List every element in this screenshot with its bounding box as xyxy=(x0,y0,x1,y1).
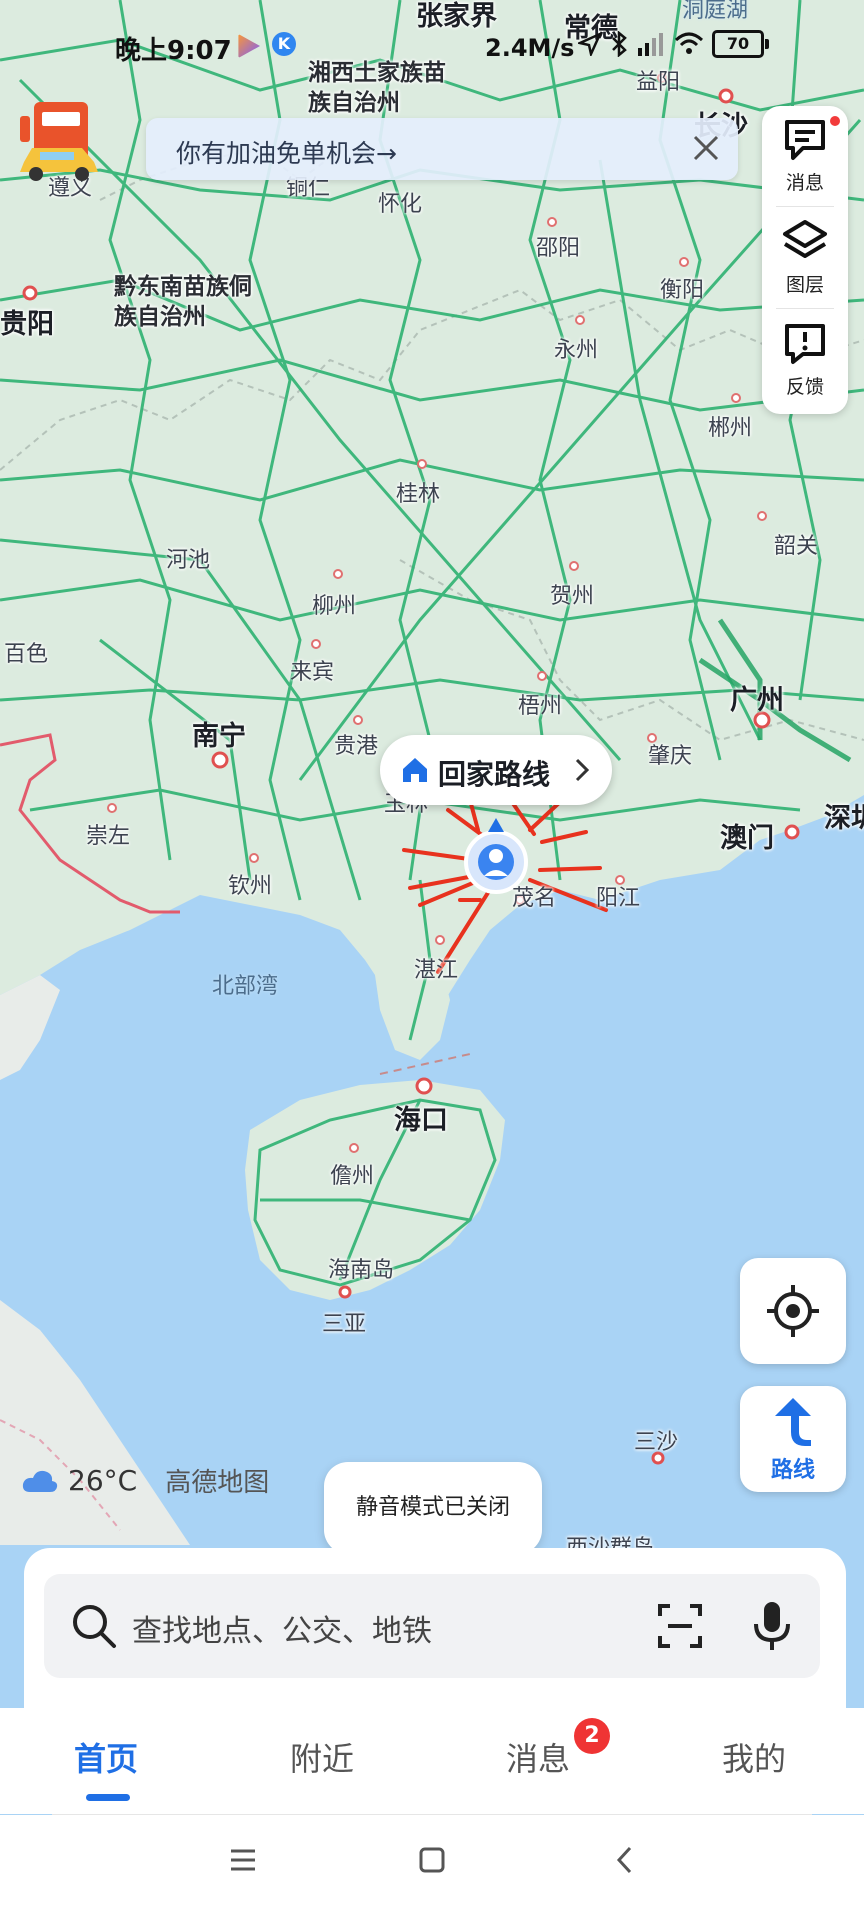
close-icon[interactable] xyxy=(690,132,722,164)
message-icon xyxy=(785,120,825,160)
chevron-right-icon xyxy=(575,758,590,782)
map-label: 衡阳 xyxy=(660,278,705,303)
map-label: 柳州 xyxy=(312,594,357,619)
route-button[interactable]: 路线 xyxy=(740,1386,846,1492)
map-label: 海口 xyxy=(394,1105,448,1136)
map-label: 永州 xyxy=(554,338,599,363)
map-label: 崇左 xyxy=(86,824,131,849)
map-label: 南宁 xyxy=(192,721,246,752)
map-label: 阳江 xyxy=(596,886,641,911)
divider xyxy=(776,206,834,207)
map-label: 钦州 xyxy=(228,874,273,899)
temperature: 26°C xyxy=(68,1464,138,1497)
system-nav-bar xyxy=(0,1815,864,1920)
map-label: 贵阳 xyxy=(0,309,54,340)
messages-badge: 2 xyxy=(574,1718,610,1754)
status-time: 晚上9:07 xyxy=(115,36,232,66)
map-label: 郴州 xyxy=(708,416,753,441)
promo-banner[interactable]: 你有加油免单机会→ xyxy=(146,118,738,180)
map-label: 河池 xyxy=(166,548,211,573)
map-label: 海南岛 xyxy=(328,1258,395,1283)
bluetooth-icon xyxy=(612,31,627,57)
tab-active-indicator xyxy=(86,1794,130,1801)
map-label: 澳门 xyxy=(720,823,774,854)
locate-icon xyxy=(767,1285,819,1337)
network-speed: 2.4M/s xyxy=(485,34,575,62)
map-label: 茂名 xyxy=(512,886,557,911)
tab-home[interactable]: 首页 xyxy=(74,1734,138,1780)
cloud-icon xyxy=(22,1470,58,1492)
amap-logo: 高德地图 xyxy=(165,1468,270,1498)
back-icon[interactable] xyxy=(614,1845,636,1875)
map-label: 邵阳 xyxy=(536,236,581,261)
tool-label: 反馈 xyxy=(785,376,824,398)
map-tools-panel: 消息 图层 反馈 xyxy=(762,106,848,414)
tab-me[interactable]: 我的 xyxy=(722,1734,786,1780)
route-button-label: 路线 xyxy=(770,1458,815,1483)
tool-layers[interactable]: 图层 xyxy=(762,208,848,304)
wifi-icon xyxy=(674,32,704,54)
search-placeholder: 查找地点、公交、地铁 xyxy=(132,1614,432,1649)
tool-feedback[interactable]: 反馈 xyxy=(762,310,848,406)
menu-icon[interactable] xyxy=(228,1845,258,1875)
play-icon xyxy=(238,34,260,58)
tool-label: 图层 xyxy=(785,274,824,296)
battery-icon: 70 xyxy=(712,30,769,58)
microphone-icon[interactable] xyxy=(752,1600,792,1652)
tab-nearby[interactable]: 附近 xyxy=(290,1734,354,1780)
promo-text: 你有加油免单机会→ xyxy=(176,139,397,168)
map-label: 韶关 xyxy=(774,534,819,559)
location-arrow-icon xyxy=(578,32,602,56)
toast-message: 静音模式已关闭 xyxy=(324,1462,542,1554)
route-arrow-icon xyxy=(775,1398,811,1446)
route-bubble-label: 回家路线 xyxy=(438,758,551,791)
tab-messages[interactable]: 消息 xyxy=(506,1734,570,1780)
map-label: 来宾 xyxy=(290,660,335,685)
layers-icon xyxy=(783,220,827,258)
go-home-route-button[interactable]: 回家路线 xyxy=(380,735,612,805)
tool-message[interactable]: 消息 xyxy=(762,106,848,202)
map-label: 桂林 xyxy=(396,482,441,507)
map-label: 三亚 xyxy=(322,1312,367,1337)
map-label: 北部湾 xyxy=(212,974,279,999)
status-bar: 晚上9:07 K 2.4M/s 70 xyxy=(0,0,864,100)
map-label: 湛江 xyxy=(414,958,459,983)
scan-icon[interactable] xyxy=(656,1602,704,1650)
search-icon xyxy=(73,1605,116,1648)
feedback-icon xyxy=(785,324,825,364)
home-icon xyxy=(403,758,427,782)
map-label: 广州 xyxy=(730,685,784,716)
map-label: 百色 xyxy=(4,642,49,667)
map-label: 肇庆 xyxy=(648,744,693,769)
map-label: 怀化 xyxy=(378,192,423,217)
signal-icon xyxy=(638,33,663,56)
home-square-icon[interactable] xyxy=(418,1845,446,1875)
map-label: 三沙 xyxy=(634,1430,679,1455)
search-bar[interactable]: 查找地点、公交、地铁 xyxy=(44,1574,820,1678)
divider xyxy=(776,308,834,309)
map-label: 贵港 xyxy=(334,734,379,759)
map-label: 贺州 xyxy=(550,584,595,609)
map-label: 梧州 xyxy=(518,694,563,719)
map-label: 深圳 xyxy=(824,803,864,834)
weather-widget[interactable]: 26°C 高德地图 xyxy=(22,1462,269,1499)
app-k-icon: K xyxy=(272,32,296,56)
gas-station-car-icon[interactable] xyxy=(18,100,104,186)
notification-dot xyxy=(830,116,840,126)
locate-button[interactable] xyxy=(740,1258,846,1364)
tool-label: 消息 xyxy=(785,172,824,194)
map-label: 儋州 xyxy=(330,1164,375,1189)
map-label: 黔东南苗族侗族自治州 xyxy=(114,274,252,330)
tab-bar: 首页 附近 消息 我的 xyxy=(0,1708,864,1814)
